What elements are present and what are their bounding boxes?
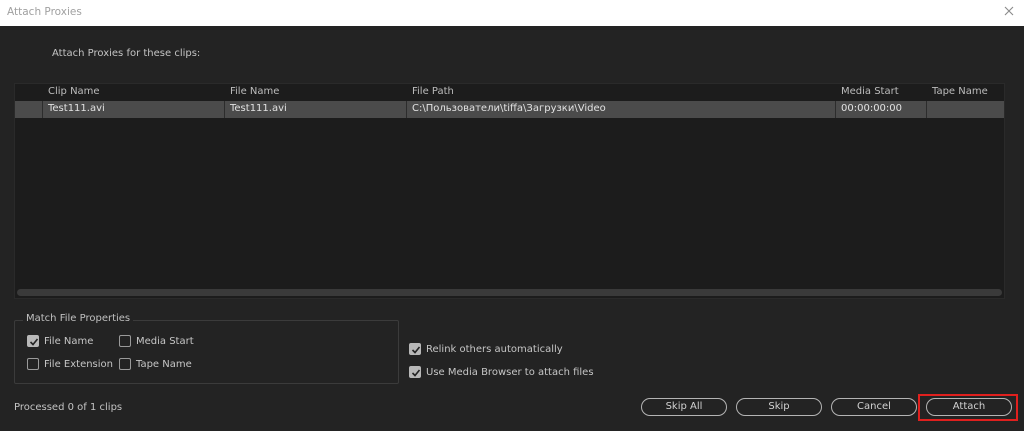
cell-media-start: 00:00:00:00 — [841, 103, 903, 114]
media-start-checkbox[interactable]: Media Start — [119, 335, 194, 347]
skip-all-button[interactable]: Skip All — [641, 398, 727, 416]
tape-name-checkbox[interactable]: Tape Name — [119, 358, 192, 370]
group-label: Match File Properties — [23, 313, 134, 324]
checkbox-checked-icon — [409, 343, 421, 355]
checkbox-unchecked-icon — [119, 358, 131, 370]
column-header-file-name[interactable]: File Name — [230, 86, 279, 97]
skip-button[interactable]: Skip — [736, 398, 822, 416]
column-header-clip-name[interactable]: Clip Name — [48, 86, 100, 97]
horizontal-scrollbar[interactable] — [17, 289, 1002, 296]
checkbox-label: Tape Name — [136, 358, 192, 370]
relink-others-checkbox[interactable]: Relink others automatically — [409, 343, 563, 355]
attach-button-highlight — [918, 394, 1018, 421]
checkbox-label: Relink others automatically — [426, 343, 563, 355]
checkbox-label: File Name — [44, 335, 94, 347]
checkbox-label: Use Media Browser to attach files — [426, 366, 594, 378]
checkbox-unchecked-icon — [119, 335, 131, 347]
cell-file-path: C:\Пользователи\tiffa\Загрузки\Video — [412, 103, 606, 114]
cell-file-name: Test111.avi — [230, 103, 287, 114]
close-icon[interactable] — [1002, 4, 1016, 18]
checkbox-label: Media Start — [136, 335, 194, 347]
file-name-checkbox[interactable]: File Name — [27, 335, 93, 347]
table-row[interactable]: Test111.avi Test111.avi C:\Пользователи\… — [15, 101, 1004, 118]
cancel-button[interactable]: Cancel — [831, 398, 917, 416]
use-media-browser-checkbox[interactable]: Use Media Browser to attach files — [409, 366, 594, 378]
window-title: Attach Proxies — [7, 6, 82, 18]
column-header-tape-name[interactable]: Tape Name — [932, 86, 988, 97]
column-header-file-path[interactable]: File Path — [412, 86, 454, 97]
instruction-label: Attach Proxies for these clips: — [52, 48, 201, 59]
clips-table: Clip Name File Name File Path Media Star… — [14, 83, 1005, 299]
checkbox-checked-icon — [409, 366, 421, 378]
checkbox-unchecked-icon — [27, 358, 39, 370]
status-text: Processed 0 of 1 clips — [14, 402, 123, 413]
match-file-properties-group: Match File Properties File Name Media St… — [14, 313, 399, 384]
table-header: Clip Name File Name File Path Media Star… — [15, 84, 1004, 101]
cell-clip-name: Test111.avi — [48, 103, 105, 114]
checkbox-checked-icon — [27, 335, 39, 347]
file-extension-checkbox[interactable]: File Extension — [27, 358, 113, 370]
column-header-media-start[interactable]: Media Start — [841, 86, 899, 97]
checkbox-label: File Extension — [44, 358, 114, 370]
title-bar: Attach Proxies — [0, 0, 1024, 26]
